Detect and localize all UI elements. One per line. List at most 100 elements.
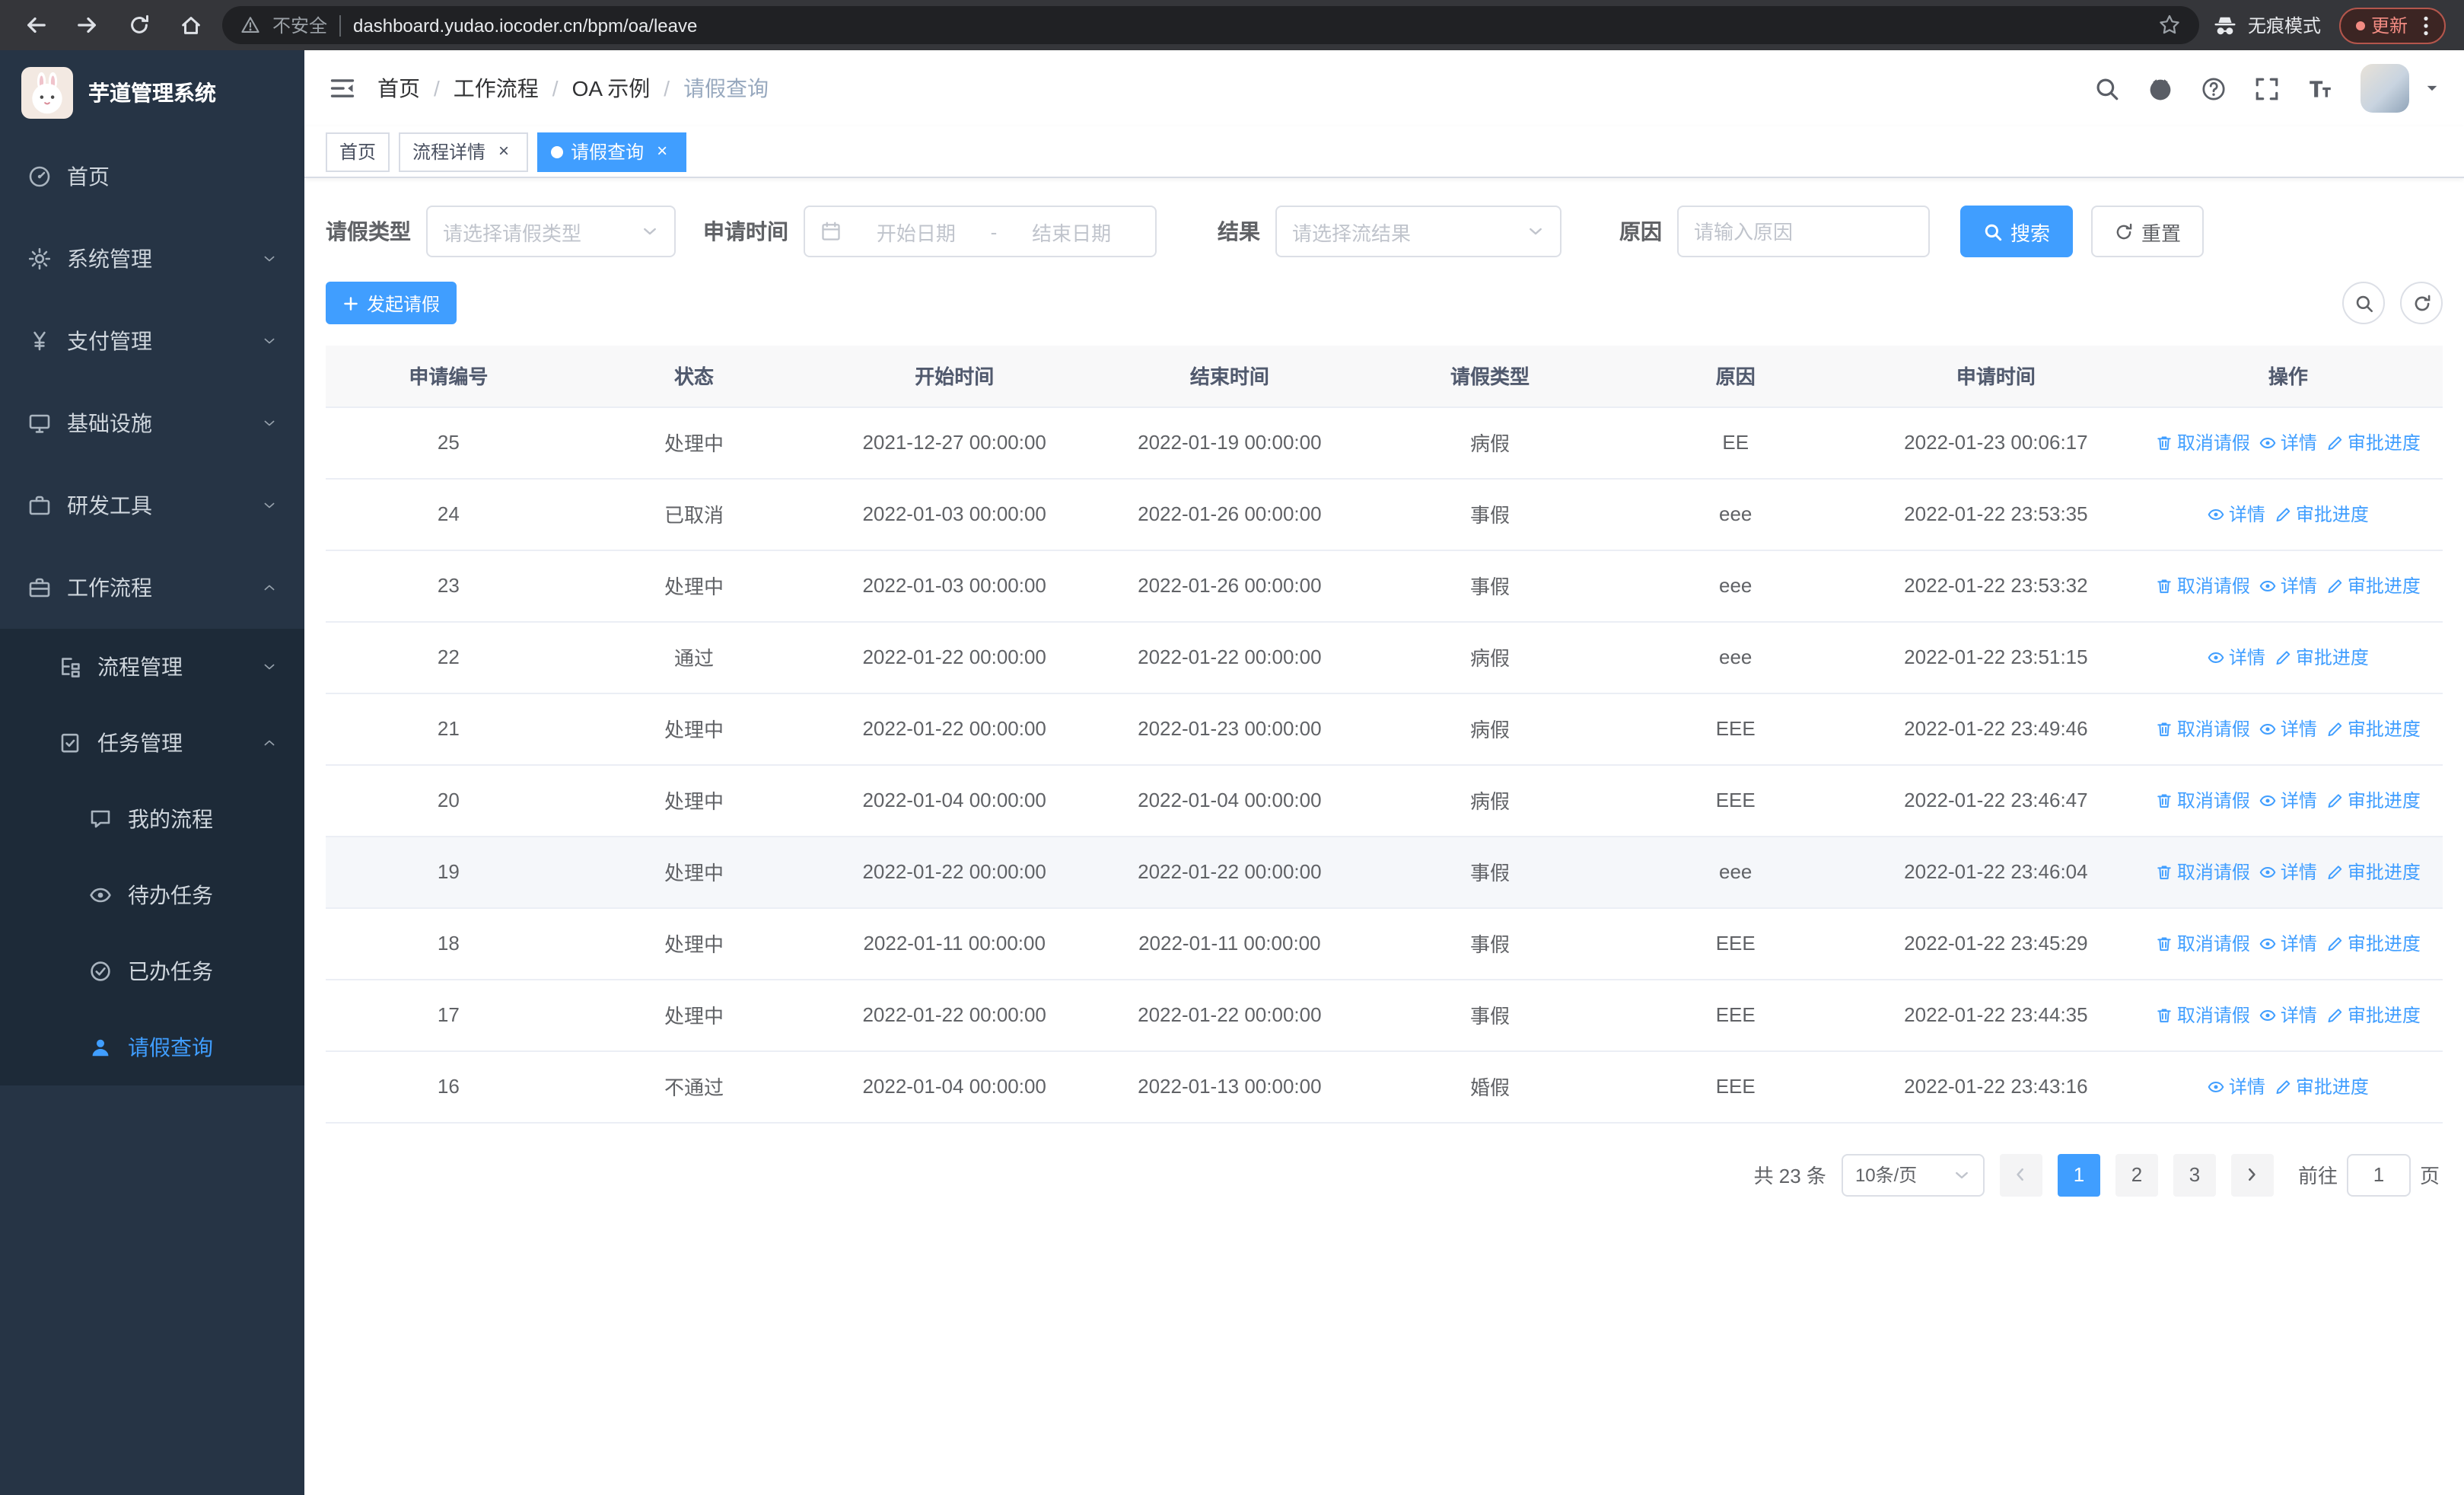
cancel-leave-link[interactable]: 取消请假 — [2156, 859, 2250, 885]
caret-down-icon[interactable] — [2424, 81, 2440, 96]
sidebar-item-system-management[interactable]: 系统管理 — [0, 218, 304, 300]
cancel-leave-link[interactable]: 取消请假 — [2156, 429, 2250, 455]
prev-page-button[interactable] — [1999, 1153, 2042, 1196]
detail-link[interactable]: 详情 — [2259, 572, 2317, 598]
goto-suffix: 页 — [2419, 1165, 2440, 1187]
home-icon — [179, 14, 202, 37]
font-size-icon[interactable] — [2307, 75, 2333, 101]
breadcrumb-item[interactable]: OA 示例 — [572, 73, 651, 104]
cell-reason: EEE — [1612, 979, 1859, 1051]
browser-reload-button[interactable] — [119, 5, 158, 45]
sidebar-item-todo-tasks[interactable]: 待办任务 — [0, 857, 304, 933]
cancel-leave-link[interactable]: 取消请假 — [2156, 572, 2250, 598]
browser-forward-button[interactable] — [67, 5, 107, 45]
page-2-button[interactable]: 2 — [2115, 1153, 2158, 1196]
next-page-button[interactable] — [2230, 1153, 2274, 1196]
approval-progress-link[interactable]: 审批进度 — [2326, 930, 2421, 956]
close-tab-icon[interactable]: × — [493, 140, 514, 162]
sidebar-item-payment-management[interactable]: 支付管理 — [0, 300, 304, 382]
approval-progress-link[interactable]: 审批进度 — [2326, 787, 2421, 813]
browser-back-button[interactable] — [15, 5, 55, 45]
sidebar-item-process-management[interactable]: 流程管理 — [0, 629, 304, 705]
browser-menu-icon[interactable] — [2414, 13, 2438, 37]
detail-link[interactable]: 详情 — [2208, 1073, 2265, 1099]
cell-start-time: 2022-01-04 00:00:00 — [817, 1050, 1093, 1123]
goto-page: 前往 页 — [2298, 1153, 2440, 1196]
cancel-leave-link[interactable]: 取消请假 — [2156, 1002, 2250, 1028]
sidebar-item-my-process[interactable]: 我的流程 — [0, 781, 304, 857]
search-icon — [1983, 222, 2003, 241]
approval-progress-link[interactable]: 审批进度 — [2275, 1073, 2369, 1099]
leave-type-select[interactable]: 请选择请假类型 — [426, 206, 676, 257]
approval-progress-link[interactable]: 审批进度 — [2275, 501, 2369, 527]
tab-leave-query[interactable]: 请假查询 × — [537, 132, 687, 171]
sidebar-item-leave-query[interactable]: 请假查询 — [0, 1009, 304, 1085]
approval-progress-link[interactable]: 审批进度 — [2326, 716, 2421, 741]
breadcrumb-item[interactable]: 工作流程 — [454, 73, 539, 104]
browser-home-button[interactable] — [170, 5, 210, 45]
search-button[interactable]: 搜索 — [1960, 206, 2074, 257]
cancel-leave-link[interactable]: 取消请假 — [2156, 930, 2250, 956]
sidebar-item-workflow[interactable]: 工作流程 — [0, 547, 304, 629]
detail-link[interactable]: 详情 — [2259, 787, 2317, 813]
reason-input[interactable] — [1677, 206, 1930, 257]
detail-link[interactable]: 详情 — [2259, 429, 2317, 455]
cancel-leave-link[interactable]: 取消请假 — [2156, 787, 2250, 813]
sidebar-item-done-tasks[interactable]: 已办任务 — [0, 933, 304, 1009]
sidebar-item-infrastructure[interactable]: 基础设施 — [0, 382, 304, 464]
close-tab-icon[interactable]: × — [651, 140, 673, 162]
page-1-button[interactable]: 1 — [2057, 1153, 2100, 1196]
page-size-select[interactable]: 10条/页 — [1841, 1153, 1985, 1196]
url-text: dashboard.yudao.iocoder.cn/bpm/oa/leave — [353, 14, 698, 36]
sidebar-item-home[interactable]: 首页 — [0, 135, 304, 218]
cell-status: 处理中 — [571, 764, 817, 837]
cell-start-time: 2022-01-03 00:00:00 — [817, 550, 1093, 622]
apply-time-range-picker[interactable]: 开始日期 - 结束日期 — [804, 206, 1157, 257]
search-icon[interactable] — [2094, 75, 2120, 101]
active-tab-dot — [551, 145, 564, 158]
edit-icon — [2275, 505, 2293, 523]
detail-link[interactable]: 详情 — [2259, 859, 2317, 885]
toggle-search-button[interactable] — [2342, 282, 2385, 324]
table-row: 21 处理中 2022-01-22 00:00:00 2022-01-23 00:00… — [326, 693, 2443, 765]
tab-home[interactable]: 首页 — [326, 132, 390, 171]
fullscreen-icon[interactable] — [2254, 75, 2280, 101]
goto-page-input[interactable] — [2346, 1153, 2411, 1196]
sidebar-toggle-icon[interactable] — [329, 75, 356, 102]
edit-icon — [2326, 862, 2345, 881]
approval-progress-link[interactable]: 审批进度 — [2275, 644, 2369, 670]
approval-progress-link[interactable]: 审批进度 — [2326, 1002, 2421, 1028]
help-icon[interactable] — [2201, 75, 2227, 101]
detail-link[interactable]: 详情 — [2259, 1002, 2317, 1028]
refresh-table-button[interactable] — [2400, 282, 2443, 324]
cell-reason: eee — [1612, 836, 1859, 908]
reset-button[interactable]: 重置 — [2091, 206, 2205, 257]
plus-icon — [342, 295, 359, 311]
tab-process-detail[interactable]: 流程详情 × — [399, 132, 529, 171]
sidebar-item-label: 请假查询 — [128, 1035, 213, 1060]
approval-progress-link[interactable]: 审批进度 — [2326, 429, 2421, 455]
detail-link[interactable]: 详情 — [2208, 644, 2265, 670]
bookmark-star-icon[interactable] — [2158, 14, 2181, 37]
sidebar-item-task-management[interactable]: 任务管理 — [0, 705, 304, 781]
eye-icon — [2259, 862, 2278, 881]
result-select[interactable]: 请选择流结果 — [1275, 206, 1561, 257]
create-leave-button[interactable]: 发起请假 — [326, 282, 457, 324]
approval-progress-link[interactable]: 审批进度 — [2326, 859, 2421, 885]
action-link-label: 详情 — [2280, 1005, 2317, 1027]
address-bar[interactable]: 不安全 dashboard.yudao.iocoder.cn/bpm/oa/le… — [222, 6, 2199, 44]
avatar[interactable] — [2361, 64, 2409, 113]
detail-link[interactable]: 详情 — [2259, 930, 2317, 956]
detail-link[interactable]: 详情 — [2208, 501, 2265, 527]
navbar-right — [2094, 64, 2440, 113]
sidebar-item-dev-tools[interactable]: 研发工具 — [0, 464, 304, 547]
detail-link[interactable]: 详情 — [2259, 716, 2317, 741]
breadcrumb-item[interactable]: 首页 — [377, 73, 420, 104]
approval-progress-link[interactable]: 审批进度 — [2326, 572, 2421, 598]
update-button[interactable]: 更新 — [2338, 7, 2446, 43]
page-3-button[interactable]: 3 — [2173, 1153, 2216, 1196]
action-link-label: 详情 — [2228, 647, 2265, 669]
cancel-leave-link[interactable]: 取消请假 — [2156, 716, 2250, 741]
github-icon[interactable] — [2147, 75, 2173, 101]
cell-reason: EEE — [1612, 907, 1859, 980]
